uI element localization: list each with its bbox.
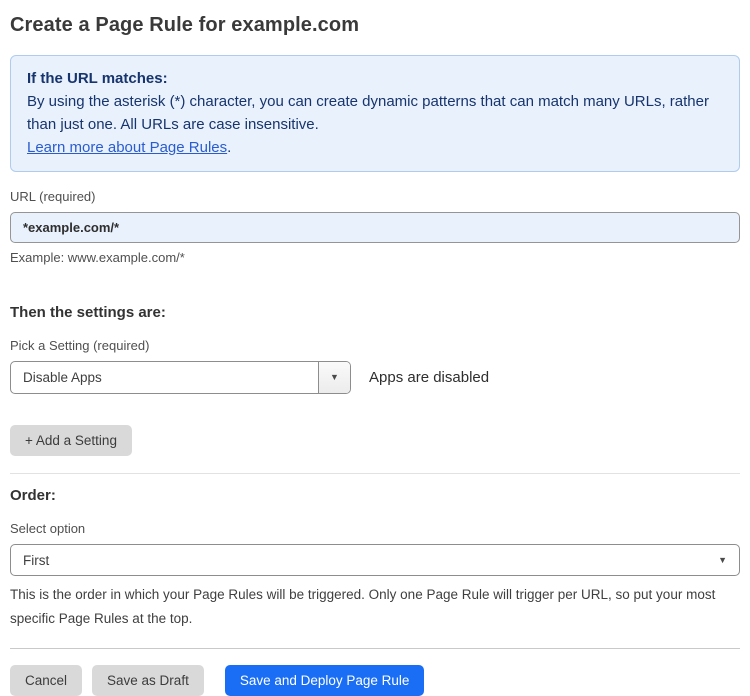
setting-dropdown[interactable]: Disable Apps ▼ (10, 361, 351, 394)
info-box-body-text: By using the asterisk (*) character, you… (27, 93, 709, 133)
order-section-heading: Order: (10, 487, 56, 504)
chevron-down-icon: ▼ (330, 372, 339, 382)
order-select[interactable]: First ▼ (10, 544, 740, 576)
create-page-rule-panel: Create a Page Rule for example.com If th… (0, 0, 750, 696)
link-suffix: . (227, 139, 232, 156)
section-divider (10, 473, 740, 474)
learn-more-link[interactable]: Learn more about Page Rules (27, 139, 227, 156)
order-select-value: First (23, 552, 50, 568)
footer-actions: Cancel Save as Draft Save and Deploy Pag… (10, 665, 740, 696)
setting-dropdown-caret-button[interactable]: ▼ (318, 362, 350, 393)
setting-status-text: Apps are disabled (369, 369, 490, 386)
url-input[interactable] (10, 212, 740, 243)
save-as-draft-button[interactable]: Save as Draft (92, 665, 204, 696)
save-and-deploy-button[interactable]: Save and Deploy Page Rule (224, 665, 425, 696)
info-box-link-line: Learn more about Page Rules. (27, 136, 723, 159)
setting-picker-label: Pick a Setting (required) (10, 338, 150, 353)
setting-dropdown-value: Disable Apps (23, 370, 102, 385)
order-helper-text: This is the order in which your Page Rul… (10, 587, 716, 626)
url-field-label: URL (required) (10, 189, 96, 204)
add-setting-button[interactable]: + Add a Setting (10, 425, 132, 456)
setting-row: Disable Apps ▼ Apps are disabled (10, 361, 740, 394)
url-field-helper: Example: www.example.com/* (10, 250, 185, 265)
chevron-down-icon: ▼ (718, 554, 727, 565)
order-select-label: Select option (10, 521, 86, 536)
footer-divider (10, 648, 740, 649)
info-box-heading: If the URL matches: (27, 70, 168, 87)
info-box-body: By using the asterisk (*) character, you… (27, 90, 723, 136)
page-title: Create a Page Rule for example.com (10, 14, 360, 36)
settings-section-heading: Then the settings are: (10, 304, 166, 321)
cancel-button[interactable]: Cancel (10, 665, 83, 696)
url-match-info-box: If the URL matches: By using the asteris… (10, 55, 740, 172)
